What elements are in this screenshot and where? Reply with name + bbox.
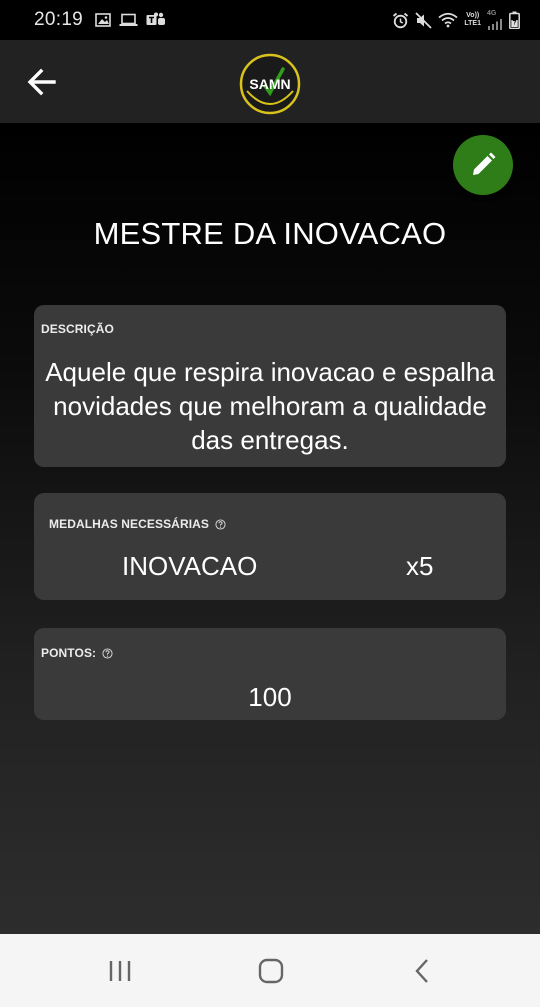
status-system-icons: Vo)) LTE1 4G: [392, 10, 520, 30]
volte-indicator: Vo)) LTE1: [464, 12, 481, 27]
wifi-icon: [438, 12, 458, 28]
status-notification-icons: [95, 12, 166, 28]
pencil-icon: [473, 152, 496, 175]
status-bar: 20:19 Vo)) LTE1 4G: [0, 0, 540, 40]
medals-label: MEDALHAS NECESSÁRIAS: [49, 517, 210, 531]
status-time: 20:19: [34, 9, 84, 30]
battery-charging-icon: [509, 11, 520, 29]
description-label: DESCRIÇÃO: [41, 322, 114, 336]
help-icon[interactable]: [102, 647, 113, 659]
teams-icon: [146, 12, 166, 25]
points-card: PONTOS: 100: [34, 628, 506, 720]
app-bar: SAMN: [0, 40, 540, 123]
medals-label-row: MEDALHAS NECESSÁRIAS: [49, 517, 226, 531]
edit-button[interactable]: [453, 135, 513, 195]
mute-icon: [415, 11, 433, 29]
points-value: 100: [248, 682, 292, 712]
medals-card: MEDALHAS NECESSÁRIAS INOVACAO x5: [34, 493, 506, 600]
signal-indicator: 4G: [487, 10, 503, 30]
laptop-icon: [119, 13, 138, 26]
description-card: DESCRIÇÃO Aquele que respira inovacao e …: [34, 305, 506, 467]
home-icon[interactable]: [256, 956, 286, 986]
main-content: MESTRE DA INOVACAO DESCRIÇÃO Aquele que …: [0, 123, 540, 934]
signal-bars-icon: [488, 19, 502, 30]
medal-count: x5: [406, 551, 434, 581]
points-label-row: PONTOS:: [41, 646, 113, 660]
system-nav-bar: [0, 934, 540, 1007]
back-nav-icon[interactable]: [408, 956, 438, 986]
svg-text:SAMN: SAMN: [249, 76, 290, 92]
gallery-icon: [95, 13, 111, 27]
recent-apps-icon[interactable]: [105, 956, 135, 986]
medal-name: INOVACAO: [122, 551, 258, 581]
alarm-icon: [393, 12, 409, 28]
back-arrow-icon[interactable]: [24, 64, 60, 100]
app-logo: SAMN: [239, 53, 301, 115]
page-title: MESTRE DA INOVACAO: [93, 216, 447, 251]
description-text: Aquele que respira inovacao e espalha no…: [45, 357, 495, 455]
points-label: PONTOS:: [41, 646, 97, 660]
help-icon[interactable]: [215, 518, 226, 530]
